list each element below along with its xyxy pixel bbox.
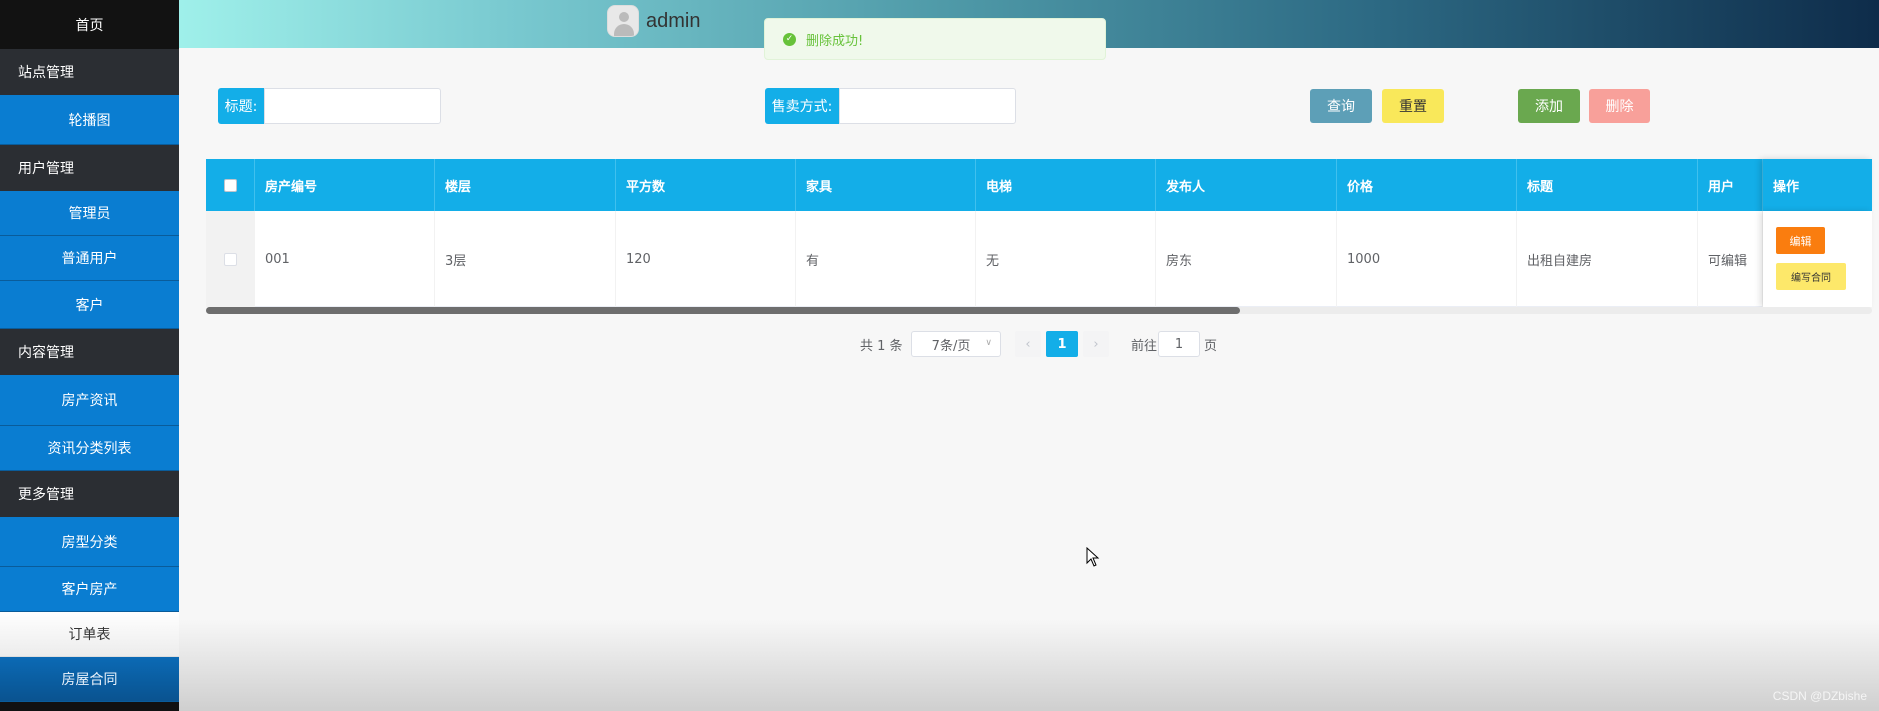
chevron-right-icon: › (1093, 336, 1099, 352)
nav-item-room-types[interactable]: 房型分类 (0, 517, 179, 567)
page-size-select[interactable]: 7条/页 ∨ (911, 331, 1001, 357)
row-select-cell[interactable] (206, 211, 255, 307)
edit-button[interactable]: 编辑 (1776, 227, 1825, 254)
username[interactable]: admin (646, 10, 700, 33)
delete-button[interactable]: 删除 (1589, 89, 1650, 123)
col-actions: 操作 (1763, 159, 1872, 211)
cell-title: 出租自建房 (1517, 211, 1698, 307)
current-page-button[interactable]: 1 (1046, 331, 1078, 357)
col-area: 平方数 (616, 159, 796, 211)
col-user: 用户 (1698, 159, 1763, 211)
watermark: CSDN @DZbishe (1772, 689, 1867, 703)
avatar-head-icon (619, 12, 629, 22)
cell-furniture: 有 (796, 211, 976, 307)
nav-item-news-categories[interactable]: 资讯分类列表 (0, 426, 179, 471)
nav-home[interactable]: 首页 (0, 0, 179, 49)
toast-message: 删除成功! (806, 33, 864, 49)
col-price: 价格 (1337, 159, 1517, 211)
reset-button[interactable]: 重置 (1382, 89, 1444, 123)
avatar[interactable] (607, 5, 639, 37)
cell-publisher: 房东 (1156, 211, 1337, 307)
success-toast: ✓ 删除成功! (764, 18, 1106, 60)
mouse-cursor-icon (1086, 547, 1100, 567)
header-select-all[interactable] (206, 159, 255, 211)
col-floor: 楼层 (435, 159, 616, 211)
page-size-value: 7条/页 (931, 338, 971, 354)
check-circle-icon: ✓ (783, 32, 796, 46)
cell-property-no: 001 (255, 211, 435, 307)
goto-label: 前往 (1131, 338, 1158, 354)
cell-area: 120 (616, 211, 796, 307)
next-page-button[interactable]: › (1083, 331, 1109, 357)
nav-item-customers[interactable]: 客户 (0, 281, 179, 329)
chevron-left-icon: ‹ (1025, 336, 1031, 352)
cell-actions: 编辑 编写合同 (1763, 211, 1872, 307)
col-property-no: 房产编号 (255, 159, 435, 211)
col-furniture: 家具 (796, 159, 976, 211)
nav-group-site[interactable]: 站点管理 (0, 49, 179, 95)
pagination-total: 共 1 条 (860, 338, 903, 354)
nav-item-customer-property[interactable]: 客户房产 (0, 567, 179, 612)
table-row: 001 3层 120 有 无 房东 1000 出租自建房 可编辑 (206, 211, 1872, 307)
prev-page-button[interactable]: ‹ (1015, 331, 1041, 357)
table-header: 房产编号 楼层 平方数 家具 电梯 发布人 价格 标题 用户 (206, 159, 1872, 211)
nav-item-contracts[interactable]: 房屋合同 (0, 657, 179, 702)
bottom-fade: CSDN @DZbishe (179, 620, 1879, 711)
row-checkbox[interactable] (223, 252, 237, 266)
add-button[interactable]: 添加 (1518, 89, 1580, 123)
nav-item-admins[interactable]: 管理员 (0, 191, 179, 236)
cell-user: 可编辑 (1698, 211, 1763, 307)
query-button[interactable]: 查询 (1310, 89, 1372, 123)
sale-method-input[interactable] (839, 88, 1016, 124)
write-contract-button[interactable]: 编写合同 (1776, 263, 1846, 290)
cell-elevator: 无 (976, 211, 1156, 307)
col-publisher: 发布人 (1156, 159, 1337, 211)
select-all-checkbox[interactable] (223, 178, 237, 192)
nav-item-news[interactable]: 房产资讯 (0, 375, 179, 426)
title-input[interactable] (264, 88, 441, 124)
sidebar: 首页 站点管理 轮播图 用户管理 管理员 普通用户 客户 内容管理 房产资讯 资… (0, 0, 179, 711)
horizontal-scrollbar-thumb[interactable] (206, 307, 1240, 314)
nav-group-content[interactable]: 内容管理 (0, 329, 179, 375)
nav-item-normal-users[interactable]: 普通用户 (0, 236, 179, 281)
col-title: 标题 (1517, 159, 1698, 211)
goto-page-input[interactable]: 1 (1158, 331, 1200, 357)
col-elevator: 电梯 (976, 159, 1156, 211)
nav-item-orders[interactable]: 订单表 (0, 612, 179, 657)
nav-group-users[interactable]: 用户管理 (0, 145, 179, 191)
nav-item-carousel[interactable]: 轮播图 (0, 95, 179, 145)
sale-method-label: 售卖方式: (765, 88, 839, 124)
title-label: 标题: (218, 88, 264, 124)
nav-group-more[interactable]: 更多管理 (0, 471, 179, 517)
page-unit-label: 页 (1204, 338, 1218, 354)
chevron-down-icon: ∨ (985, 338, 992, 348)
cell-price: 1000 (1337, 211, 1517, 307)
cell-floor: 3层 (435, 211, 616, 307)
avatar-body-icon (614, 24, 634, 36)
